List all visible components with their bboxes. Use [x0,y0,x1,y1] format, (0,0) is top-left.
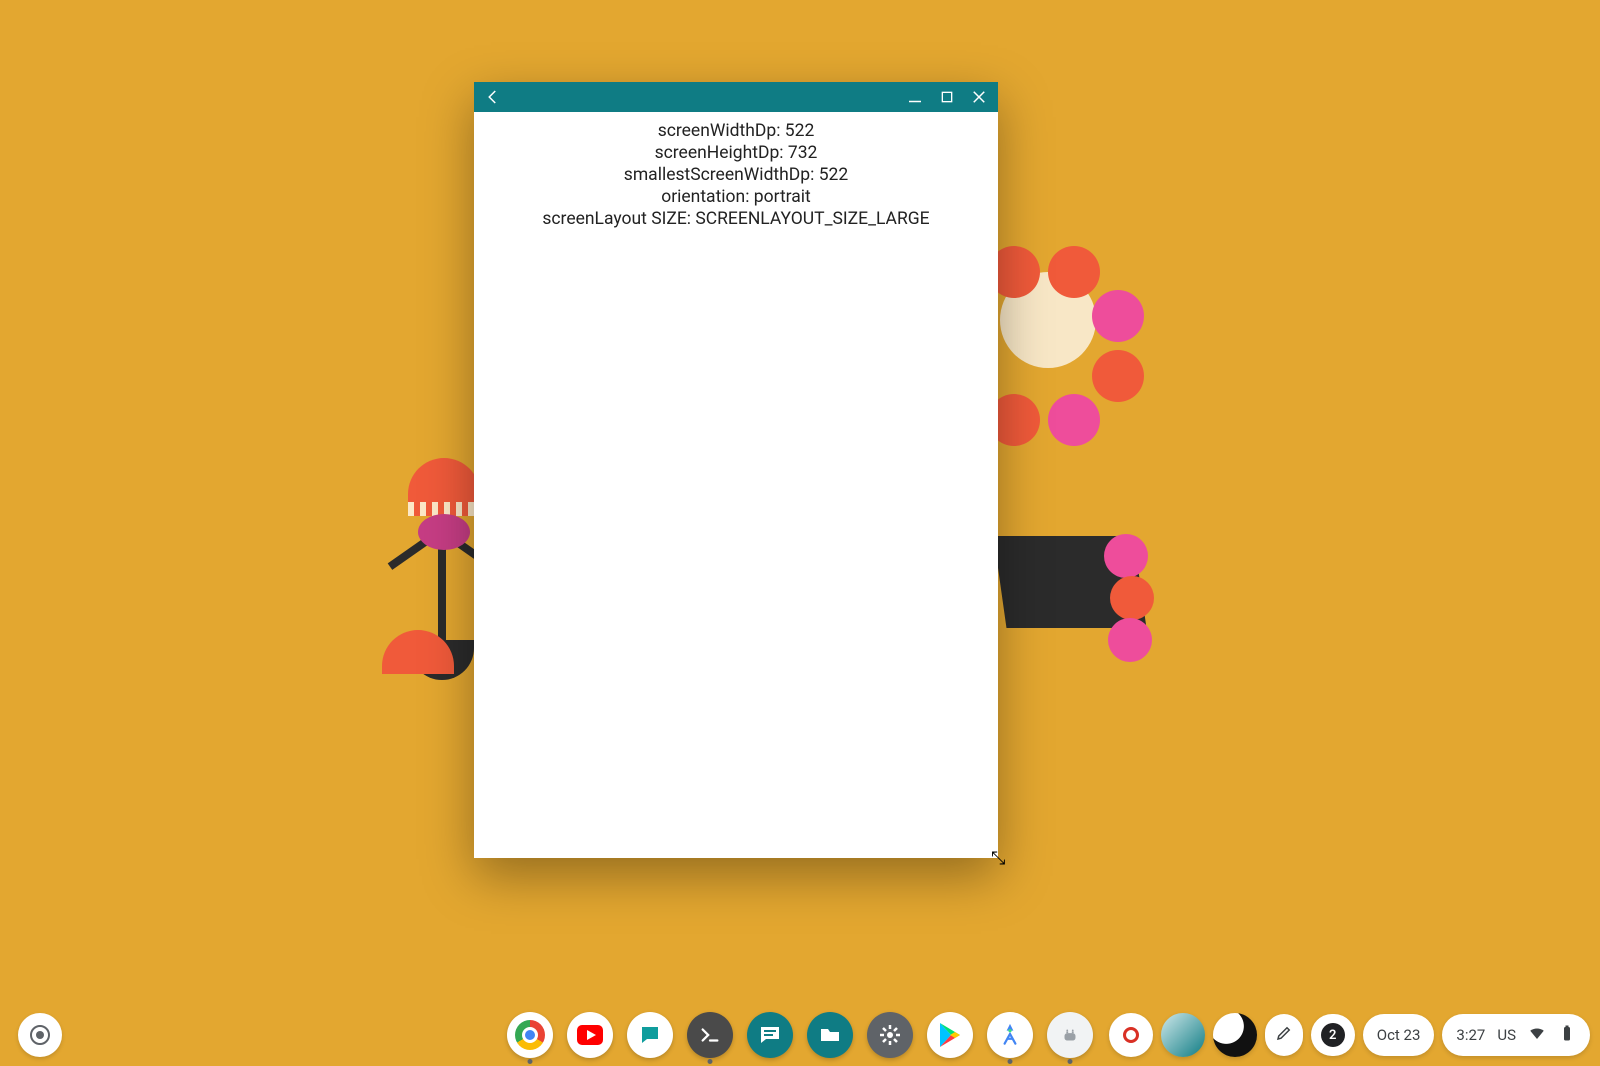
notification-count-button[interactable]: 2 [1311,1014,1355,1056]
screen-record-button[interactable] [1109,1013,1153,1057]
android-app-window[interactable]: screenWidthDp: 522 screenHeightDp: 732 s… [474,82,998,858]
clock-label: 3:27 [1456,1026,1485,1044]
app-content: screenWidthDp: 522 screenHeightDp: 732 s… [474,112,998,858]
stylus-icon [1275,1024,1293,1046]
holding-space-chip-2[interactable] [1213,1013,1257,1057]
app-icon-settings[interactable] [867,1012,913,1058]
shelf-pinned-apps [507,1012,1093,1058]
config-line: screenWidthDp: 522 [658,120,815,142]
ime-label: US [1497,1026,1516,1044]
launcher-button[interactable] [18,1013,62,1057]
config-line: screenLayout SIZE: SCREENLAYOUT_SIZE_LAR… [542,208,929,230]
calendar-button[interactable]: Oct 23 [1363,1014,1435,1056]
config-line: smallestScreenWidthDp: 522 [624,164,848,186]
date-label: Oct 23 [1377,1026,1421,1044]
stylus-tools-button[interactable] [1265,1014,1303,1056]
app-icon-files[interactable] [807,1012,853,1058]
holding-space-chip-1[interactable] [1161,1013,1205,1057]
config-line: screenHeightDp: 732 [655,142,818,164]
app-icon-play-store[interactable] [927,1012,973,1058]
status-tray: 2 Oct 23 3:27 US [1109,1013,1590,1057]
wifi-icon [1528,1024,1546,1046]
battery-icon [1558,1024,1576,1046]
app-icon-chat[interactable] [627,1012,673,1058]
notification-badge: 2 [1321,1023,1345,1047]
app-icon-terminal[interactable] [687,1012,733,1058]
app-icon-chrome[interactable] [507,1012,553,1058]
minimize-button[interactable] [906,88,924,106]
close-button[interactable] [970,88,988,106]
app-icon-youtube[interactable] [567,1012,613,1058]
app-icon-android-studio[interactable] [987,1012,1033,1058]
shelf: 2 Oct 23 3:27 US [0,1004,1600,1066]
status-area-button[interactable]: 3:27 US [1442,1014,1590,1056]
window-titlebar[interactable] [474,82,998,112]
back-button[interactable] [484,88,502,106]
app-icon-generic[interactable] [1047,1012,1093,1058]
chrome-icon [515,1020,545,1050]
config-line: orientation: portrait [661,186,811,208]
maximize-button[interactable] [938,88,956,106]
app-icon-messages[interactable] [747,1012,793,1058]
